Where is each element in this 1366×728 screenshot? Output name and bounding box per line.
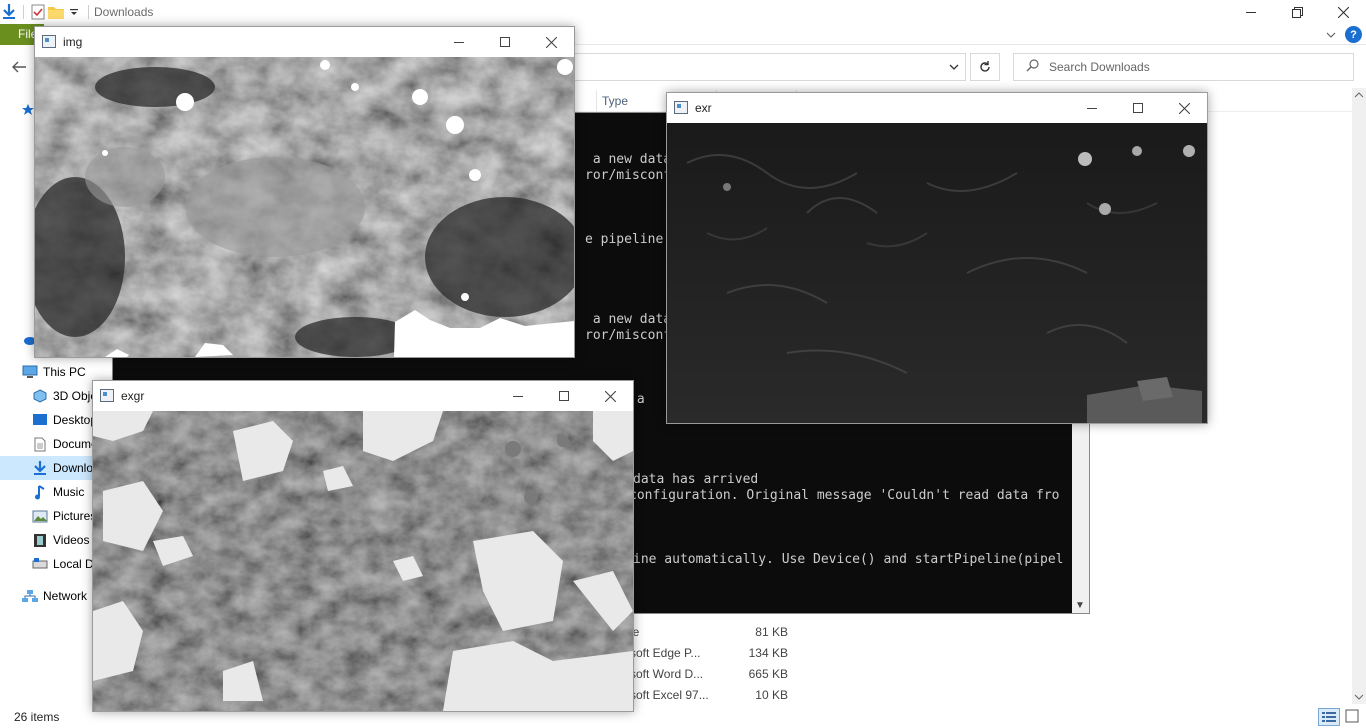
music-note-icon xyxy=(32,484,48,500)
file-type: soft Excel 97... xyxy=(630,688,709,702)
img-image xyxy=(35,57,574,357)
details-view-button[interactable] xyxy=(1318,708,1340,726)
minimize-button[interactable] xyxy=(436,27,482,57)
column-header-type[interactable]: Type xyxy=(602,94,628,108)
vertical-scrollbar[interactable] xyxy=(1352,88,1366,704)
sidebar-item-label: Music xyxy=(53,485,85,499)
computer-icon xyxy=(22,364,38,380)
window-title: exgr xyxy=(121,389,145,403)
minimize-button[interactable] xyxy=(1228,0,1274,24)
film-icon xyxy=(32,532,48,548)
file-row[interactable]: soft Excel 97... 10 KB xyxy=(630,685,800,706)
img-image-window[interactable]: img xyxy=(34,26,575,358)
minimize-button[interactable] xyxy=(1069,93,1115,123)
file-type: soft Edge P... xyxy=(630,646,701,660)
search-input[interactable]: Search Downloads xyxy=(1013,53,1354,81)
download-arrow-icon xyxy=(0,3,18,21)
new-folder-icon[interactable] xyxy=(47,3,65,21)
window-titlebar[interactable]: exr xyxy=(667,93,1207,123)
address-bar[interactable] xyxy=(566,53,966,81)
console-line: data has arrived xyxy=(633,472,759,487)
properties-icon[interactable] xyxy=(29,3,47,21)
file-row[interactable]: soft Word D... 665 KB xyxy=(630,664,800,685)
console-line: configuration. Original message 'Couldn'… xyxy=(629,488,1060,503)
file-type: soft Word D... xyxy=(630,667,704,681)
document-icon xyxy=(32,436,48,452)
column-divider[interactable] xyxy=(596,90,597,112)
window-title: Downloads xyxy=(94,5,154,19)
file-row[interactable]: soft Edge P... 134 KB xyxy=(630,643,800,664)
cube-icon xyxy=(32,388,48,404)
back-arrow-icon[interactable] xyxy=(8,56,30,78)
picture-icon xyxy=(32,508,48,524)
customize-toolbar-icon[interactable] xyxy=(65,3,83,21)
address-dropdown-icon[interactable] xyxy=(942,53,966,81)
window-title: exr xyxy=(695,101,712,115)
exr-image-window[interactable]: exr xyxy=(666,92,1208,424)
exr-image xyxy=(667,123,1207,423)
quick-access-pin-icon[interactable] xyxy=(22,104,34,119)
file-size: 81 KB xyxy=(755,625,788,639)
sidebar-item-label: Videos xyxy=(53,533,90,547)
expand-ribbon-chevron-icon[interactable] xyxy=(1324,24,1338,45)
window-titlebar[interactable]: exgr xyxy=(93,381,633,411)
close-button[interactable] xyxy=(1161,93,1207,123)
large-icons-view-button[interactable] xyxy=(1343,708,1363,726)
sidebar-item-label: Network xyxy=(43,589,88,603)
drive-icon xyxy=(32,556,48,572)
minimize-button[interactable] xyxy=(495,381,541,411)
restore-button[interactable] xyxy=(1274,0,1320,24)
file-size: 665 KB xyxy=(748,667,788,681)
toolbar-divider xyxy=(88,5,89,19)
refresh-icon[interactable] xyxy=(970,53,1000,81)
quick-access-toolbar: Downloads xyxy=(0,0,1366,24)
maximize-button[interactable] xyxy=(1115,93,1161,123)
window-title: img xyxy=(63,35,83,49)
search-placeholder: Search Downloads xyxy=(1049,60,1150,74)
exgr-image-window[interactable]: exgr xyxy=(92,380,634,712)
desktop-icon xyxy=(32,412,48,428)
download-arrow-icon xyxy=(32,460,48,476)
help-icon[interactable]: ? xyxy=(1345,26,1362,43)
maximize-button[interactable] xyxy=(541,381,587,411)
maximize-button[interactable] xyxy=(482,27,528,57)
sidebar-item-label: Desktop xyxy=(53,413,98,427)
item-count: 26 items xyxy=(14,710,60,724)
sidebar-item-label: Pictures xyxy=(53,509,97,523)
file-row[interactable]: le 81 KB xyxy=(630,622,800,643)
scroll-down-arrow-icon[interactable]: ▼ xyxy=(1075,600,1085,611)
search-icon xyxy=(1026,59,1039,75)
app-window-icon xyxy=(674,101,688,114)
file-size: 10 KB xyxy=(755,688,788,702)
file-type: le xyxy=(630,625,640,639)
exgr-image xyxy=(93,411,633,711)
app-window-icon xyxy=(42,35,56,48)
window-titlebar[interactable]: img xyxy=(35,27,574,57)
close-button[interactable] xyxy=(587,381,633,411)
close-button[interactable] xyxy=(528,27,574,57)
toolbar-divider xyxy=(23,5,24,19)
sidebar-item-label: This PC xyxy=(43,365,86,379)
console-line: ine automatically. Use Device() and star… xyxy=(633,552,1064,567)
app-window-icon xyxy=(100,389,114,402)
file-size: 134 KB xyxy=(748,646,788,660)
network-icon xyxy=(22,588,38,604)
close-button[interactable] xyxy=(1320,0,1366,24)
